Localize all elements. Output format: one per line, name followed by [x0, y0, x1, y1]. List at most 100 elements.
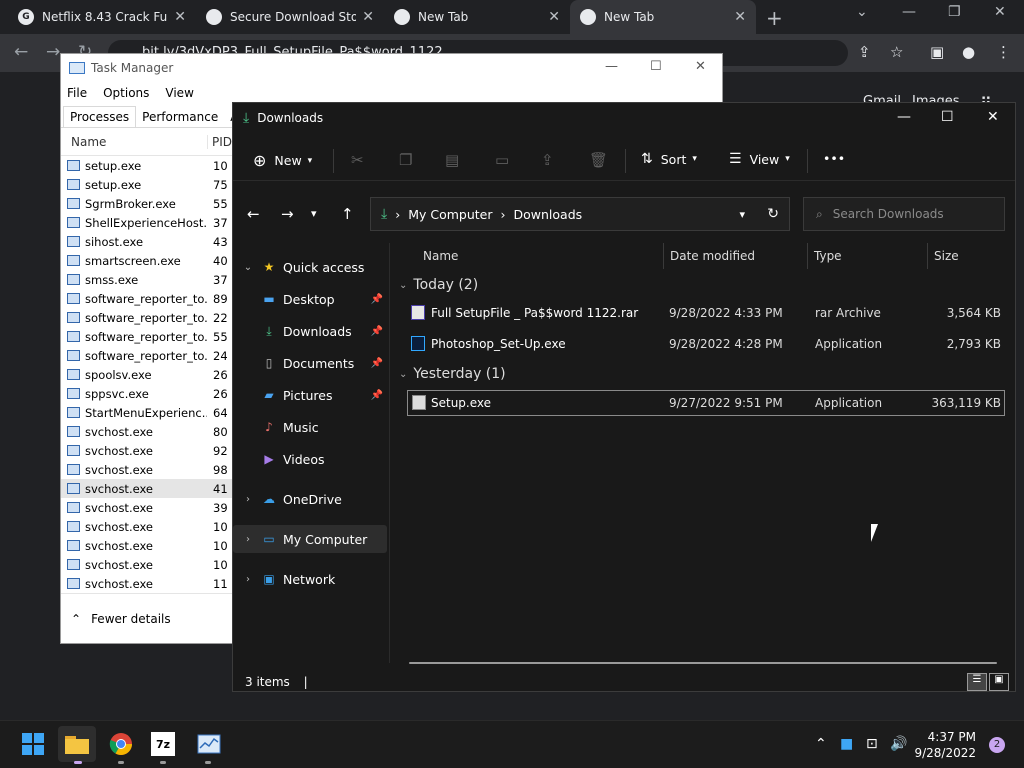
close-tab-icon[interactable]: ✕: [362, 9, 374, 25]
pin-icon: 📌: [370, 357, 383, 369]
column-name[interactable]: Name: [61, 135, 207, 149]
fewer-details-button[interactable]: Fewer details: [91, 612, 171, 626]
nav-quick-access[interactable]: ⌄ ★ Quick access: [233, 253, 387, 281]
refresh-icon[interactable]: ↻: [767, 206, 779, 222]
new-button[interactable]: ⊕ New ▾: [253, 151, 312, 170]
column-header-size[interactable]: Size: [934, 243, 959, 269]
clock[interactable]: 4:37 PM 9/28/2022: [914, 729, 976, 761]
menu-options[interactable]: Options: [103, 86, 149, 100]
nav-network[interactable]: › ▣ Network: [233, 565, 387, 593]
chevron-down-icon: ⌄: [399, 368, 408, 380]
menu-icon[interactable]: ⋮: [996, 43, 1011, 61]
minimize-icon[interactable]: —: [605, 59, 618, 74]
nav-onedrive[interactable]: › ☁ OneDrive: [233, 485, 387, 513]
browser-tab-secure-download[interactable]: Secure Download Stora ✕: [196, 0, 384, 34]
nav-music[interactable]: ♪ Music: [233, 413, 387, 441]
minimize-icon[interactable]: —: [897, 109, 911, 125]
details-view-icon[interactable]: ☰: [967, 673, 987, 691]
paste-icon[interactable]: ▤: [445, 151, 459, 169]
chevron-up-icon[interactable]: ⌃: [71, 612, 81, 626]
cut-icon[interactable]: ✂: [351, 151, 364, 169]
new-tab-icon[interactable]: +: [766, 6, 783, 30]
maximize-icon[interactable]: ☐: [941, 109, 954, 125]
close-icon[interactable]: ✕: [695, 59, 706, 74]
notification-badge[interactable]: 2: [989, 737, 1005, 753]
share-icon[interactable]: ⇪: [541, 151, 554, 169]
tiles-view-icon[interactable]: ▣: [989, 673, 1009, 691]
recent-locations-icon[interactable]: ▾: [311, 207, 317, 220]
file-row-selected[interactable]: Setup.exe 9/27/2022 9:51 PM Application …: [407, 390, 1005, 416]
up-icon[interactable]: ↑: [341, 205, 354, 223]
file-row[interactable]: Full SetupFile _ Pa$$word 1122.rar 9/28/…: [407, 301, 1005, 327]
address-bar[interactable]: ⤓ › My Computer › Downloads ▾ ↻: [370, 197, 790, 231]
delete-icon[interactable]: 🗑: [589, 151, 608, 169]
profile-icon[interactable]: ●: [962, 43, 975, 61]
copy-icon[interactable]: ❐: [399, 151, 412, 169]
chevron-down-icon[interactable]: ⌄: [241, 262, 255, 273]
nav-videos[interactable]: ▶ Videos: [233, 445, 387, 473]
defender-icon[interactable]: ■: [840, 736, 853, 752]
close-tab-icon[interactable]: ✕: [734, 9, 746, 25]
search-box[interactable]: ⌕ Search Downloads: [803, 197, 1005, 231]
forward-icon[interactable]: →: [46, 42, 60, 62]
maximize-icon[interactable]: ☐: [650, 59, 662, 74]
menu-file[interactable]: File: [67, 86, 87, 100]
active-indicator: [74, 761, 82, 764]
volume-icon[interactable]: 🔊: [890, 736, 907, 752]
column-pid[interactable]: PID: [207, 134, 232, 149]
start-button[interactable]: [20, 731, 46, 757]
bookmark-star-icon[interactable]: ☆: [890, 43, 903, 61]
taskbar-task-manager[interactable]: [196, 731, 222, 757]
divider: |: [303, 675, 308, 689]
taskbar-file-explorer[interactable]: [58, 726, 96, 762]
network-icon[interactable]: ⊡: [866, 736, 878, 752]
close-icon[interactable]: ✕: [987, 109, 999, 125]
rename-icon[interactable]: ▭: [495, 151, 509, 169]
close-icon[interactable]: ✕: [994, 4, 1006, 20]
column-header-type[interactable]: Type: [814, 243, 842, 269]
address-dropdown-icon[interactable]: ▾: [739, 208, 745, 221]
back-icon[interactable]: ←: [14, 42, 28, 62]
clock-date: 9/28/2022: [914, 746, 976, 760]
sort-button[interactable]: ⇅ Sort ▾: [641, 151, 697, 167]
browser-tab-new-2[interactable]: New Tab ✕: [570, 0, 756, 34]
breadcrumb-downloads[interactable]: Downloads: [514, 207, 583, 222]
view-button[interactable]: ☰ View ▾: [729, 151, 790, 167]
nav-desktop[interactable]: ▬ Desktop 📌: [233, 285, 387, 313]
column-header-date[interactable]: Date modified: [670, 243, 755, 269]
chevron-right-icon[interactable]: ›: [241, 534, 255, 545]
share-icon[interactable]: ⇪: [858, 43, 871, 61]
close-tab-icon[interactable]: ✕: [174, 9, 186, 25]
tab-performance[interactable]: Performance: [136, 107, 224, 127]
chevron-right-icon[interactable]: ›: [241, 494, 255, 505]
menu-view[interactable]: View: [165, 86, 193, 100]
forward-icon[interactable]: →: [281, 205, 294, 223]
chevron-right-icon[interactable]: ›: [241, 574, 255, 585]
horizontal-scrollbar[interactable]: [409, 662, 997, 664]
tab-processes[interactable]: Processes: [63, 106, 137, 127]
taskbar-7zip[interactable]: 7z: [151, 732, 175, 756]
breadcrumb-my-computer[interactable]: My Computer: [408, 207, 492, 222]
column-header-name[interactable]: Name: [423, 243, 458, 269]
nav-pictures[interactable]: ▰ Pictures 📌: [233, 381, 387, 409]
view-toggle: ☰ ▣: [965, 673, 1009, 691]
side-panel-icon[interactable]: ▣: [930, 43, 944, 61]
back-icon[interactable]: ←: [247, 205, 260, 223]
more-options-button[interactable]: •••: [823, 151, 845, 166]
browser-tab-netflix[interactable]: G Netflix 8.43 Crack Full V ✕: [8, 0, 196, 34]
process-pid: 396: [213, 500, 227, 515]
browser-tab-new-1[interactable]: New Tab ✕: [384, 0, 570, 34]
running-indicator: [160, 761, 166, 764]
tab-search-icon[interactable]: ⌄: [856, 4, 868, 20]
nav-downloads[interactable]: ⤓ Downloads 📌: [233, 317, 387, 345]
close-tab-icon[interactable]: ✕: [548, 9, 560, 25]
group-header-yesterday[interactable]: ⌄ Yesterday (1): [399, 366, 506, 382]
restore-icon[interactable]: ❐: [948, 4, 961, 20]
file-row[interactable]: Photoshop_Set-Up.exe 9/28/2022 4:28 PM A…: [407, 332, 1005, 358]
minimize-icon[interactable]: —: [902, 4, 916, 20]
chevron-up-icon[interactable]: ⌃: [815, 736, 827, 752]
taskbar-chrome[interactable]: [108, 731, 134, 757]
nav-my-computer[interactable]: › ▭ My Computer: [233, 525, 387, 553]
group-header-today[interactable]: ⌄ Today (2): [399, 277, 478, 293]
nav-documents[interactable]: ▯ Documents 📌: [233, 349, 387, 377]
